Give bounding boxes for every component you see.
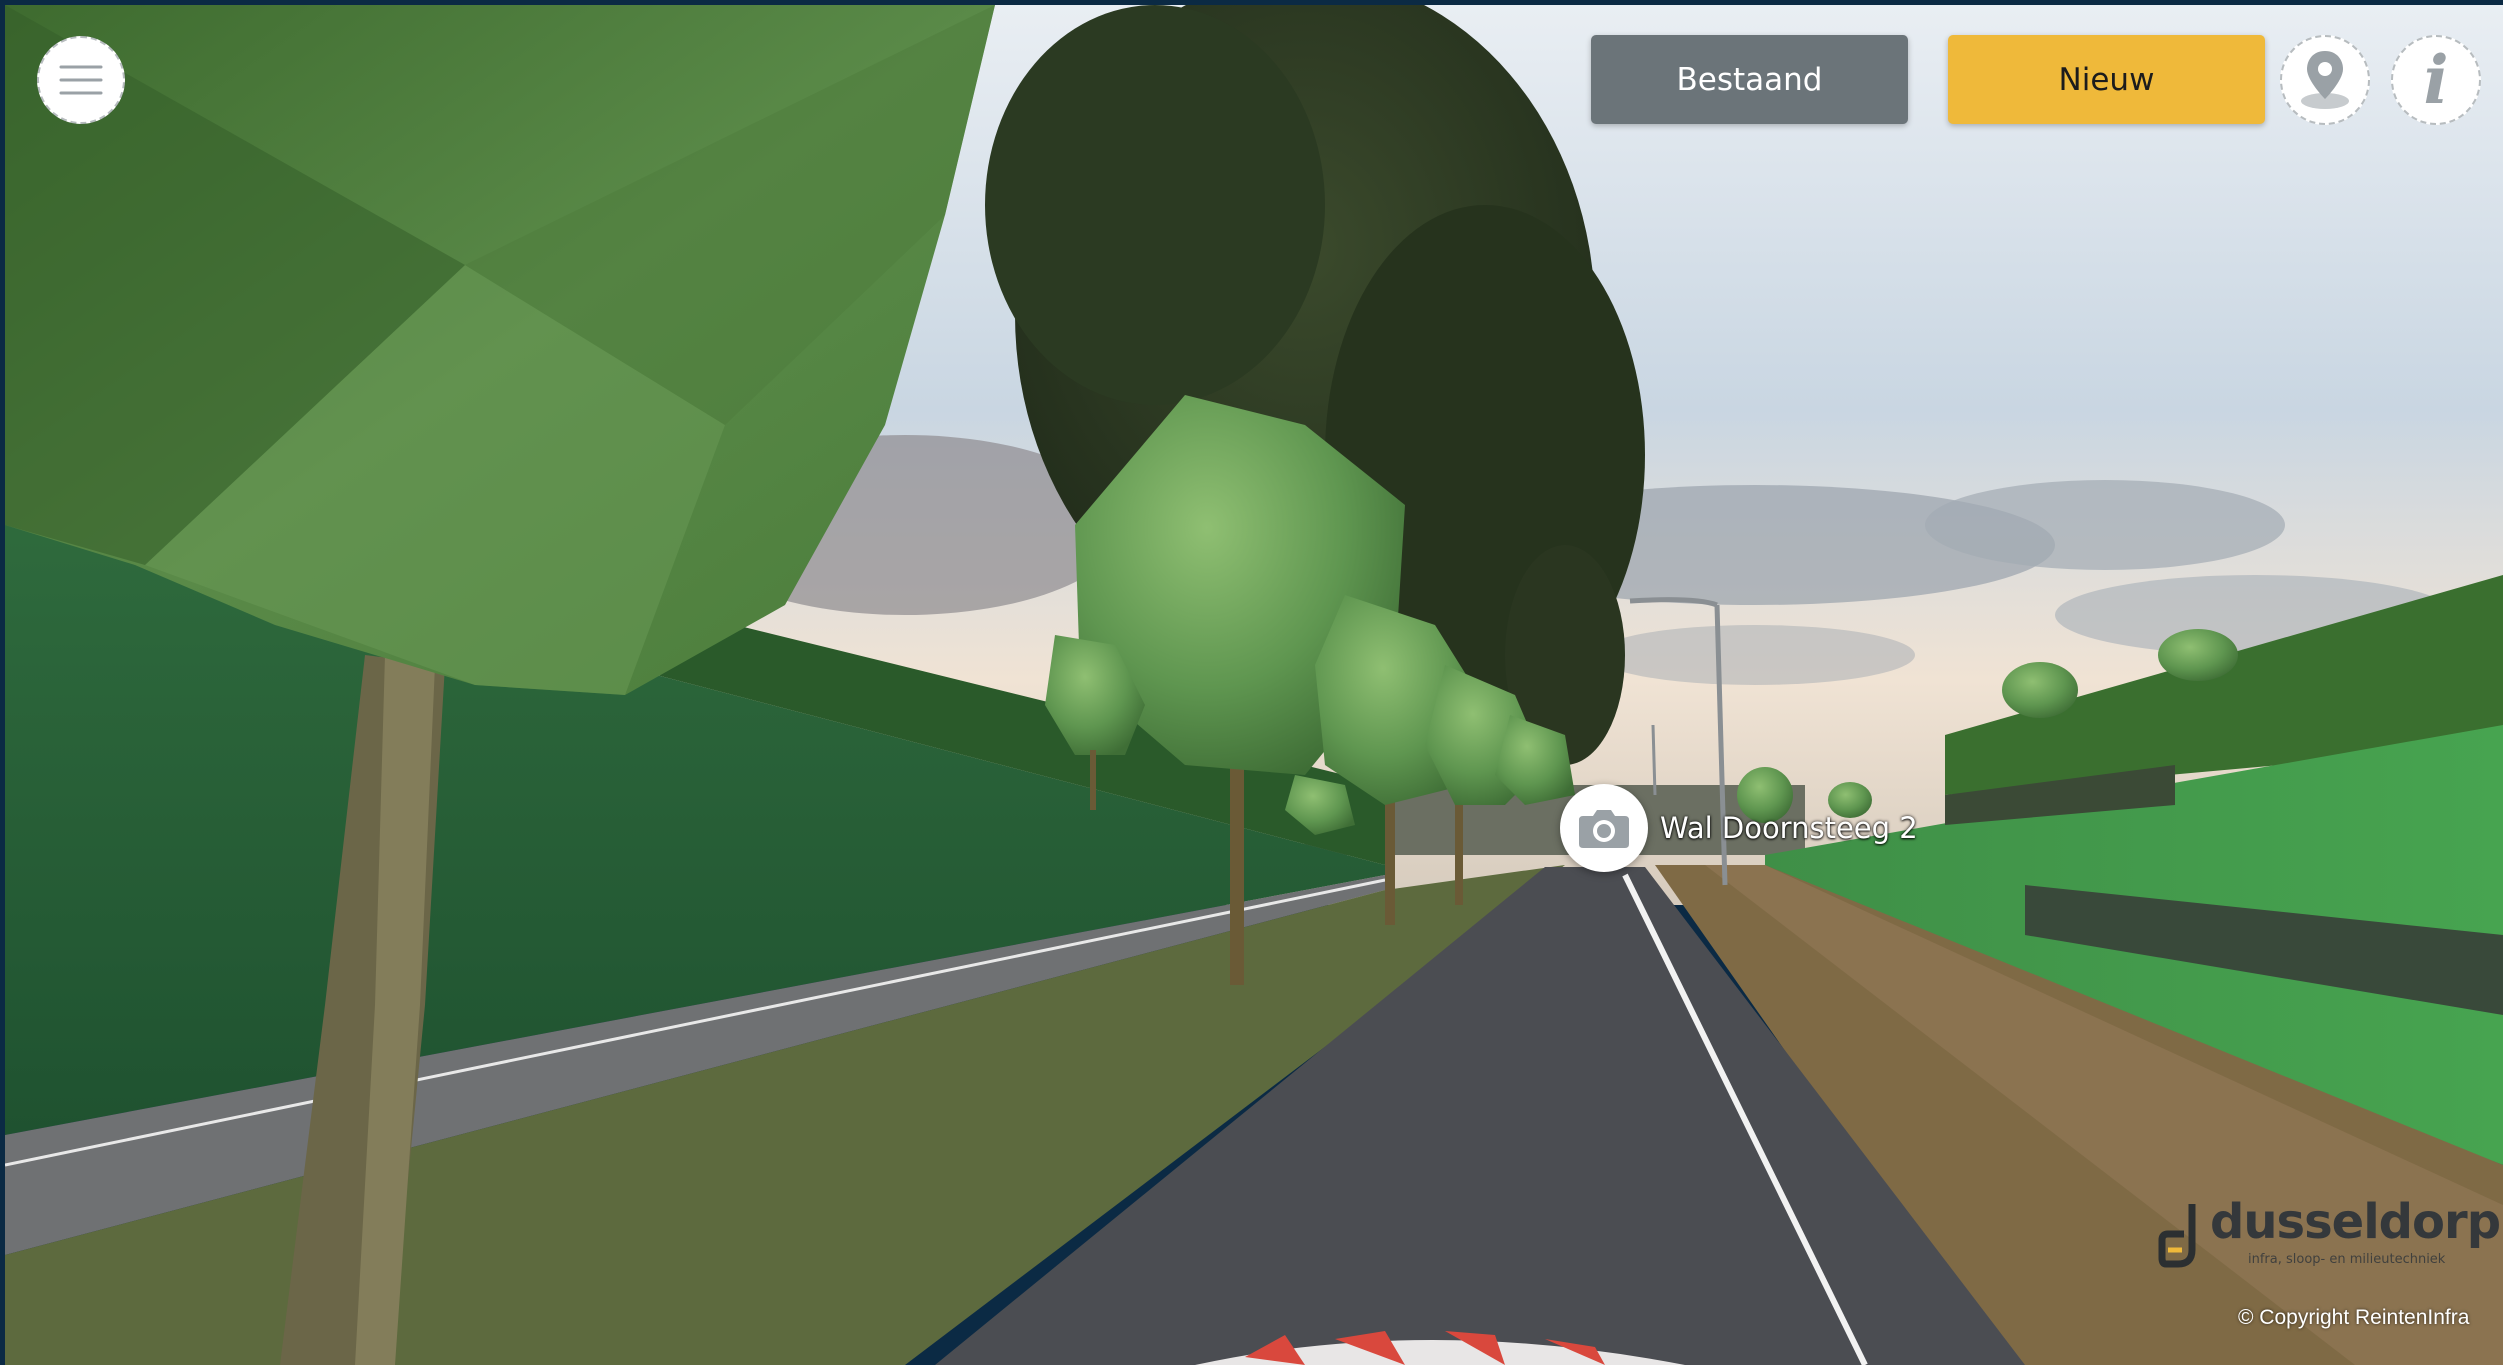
photo-hotspot[interactable]: Wal Doornsteeg 2: [1560, 784, 1918, 872]
panorama-viewer[interactable]: [5, 5, 2503, 1365]
hamburger-menu-icon: [59, 65, 103, 95]
hotspot-button[interactable]: [1560, 784, 1648, 872]
menu-button[interactable]: [37, 36, 125, 124]
camera-icon: [1579, 810, 1629, 848]
new-view-button[interactable]: Nieuw: [1948, 35, 2265, 124]
info-icon: i: [2423, 41, 2449, 119]
hotspot-label: Wal Doornsteeg 2: [1660, 811, 1918, 845]
logo-name: dusseldorp: [2210, 1194, 2501, 1250]
dusseldorp-logo-icon: [2158, 1204, 2196, 1268]
panorama-scene[interactable]: [5, 5, 2503, 1365]
info-button[interactable]: i: [2391, 35, 2481, 125]
company-logo: dusseldorp infra, sloop- en milieutechni…: [2158, 1194, 2501, 1275]
existing-view-button[interactable]: Bestaand: [1591, 35, 1908, 124]
map-pin-icon: [2301, 51, 2349, 109]
copyright-text: © Copyright ReintenInfra: [2238, 1306, 2470, 1329]
logo-tagline: infra, sloop- en milieutechniek: [2248, 1252, 2446, 1267]
location-button[interactable]: [2280, 35, 2370, 125]
